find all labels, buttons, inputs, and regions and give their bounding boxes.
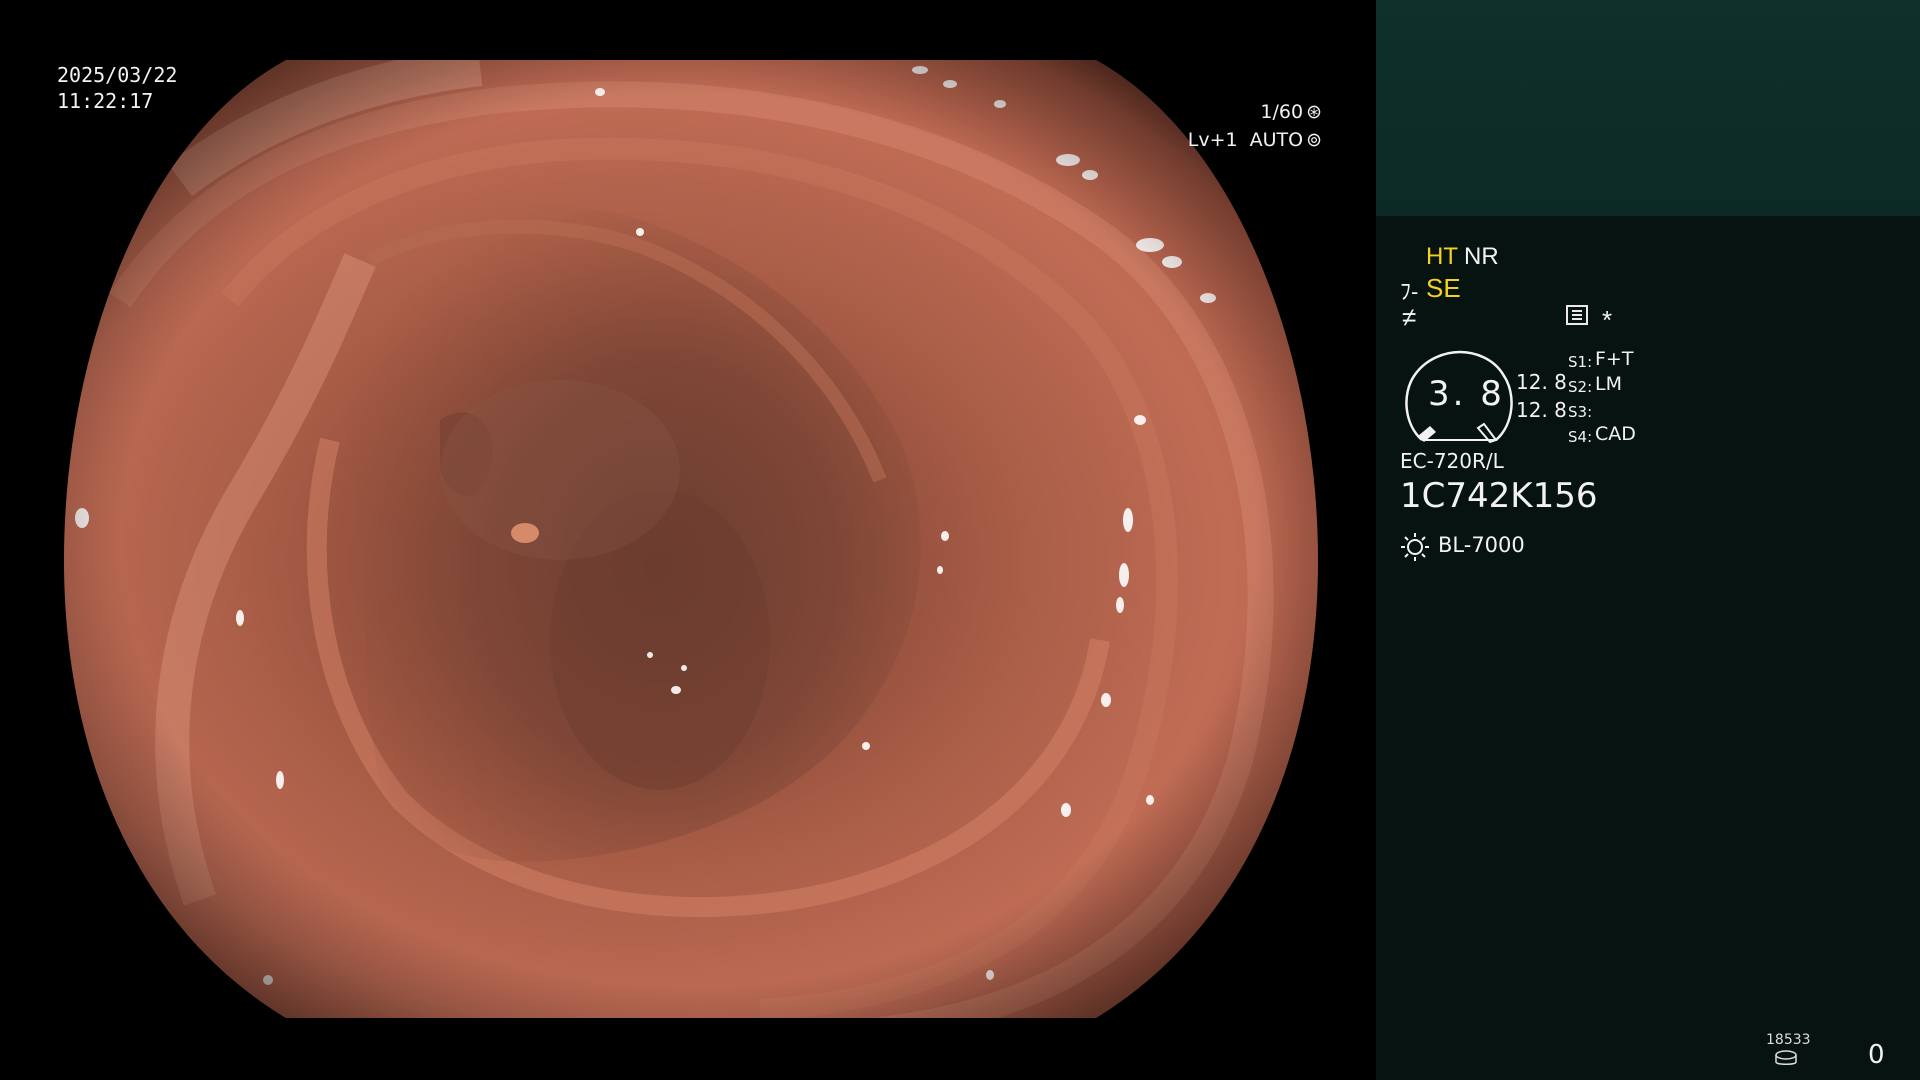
aperture-icon: ⊛ (1306, 101, 1322, 123)
switch-4-key: S4: (1568, 428, 1593, 446)
switch-2-value: LM (1595, 373, 1622, 395)
menu-list-icon (1566, 305, 1588, 325)
image-counter-text: 18533 (1766, 1032, 1811, 1048)
switch-1-key: S1: (1568, 353, 1593, 371)
scope-model-text: EC-720R/L (1400, 449, 1504, 473)
switch-2-key: S2: (1568, 378, 1593, 396)
disk-icon (1775, 1050, 1797, 1065)
iris-line: Lv+1 AUTO ⊚ (1188, 126, 1322, 154)
switch-3-key: S3: (1568, 403, 1593, 421)
shutter-line: 1/60 ⊛ (1188, 98, 1322, 126)
light-source-text: BL-7000 (1438, 533, 1525, 557)
time-text: 11:22:17 (57, 89, 154, 113)
exposure-display: 1/60 ⊛ Lv+1 AUTO ⊚ (1188, 98, 1322, 154)
star-indicator: * (1602, 305, 1613, 335)
not-equal-icon: ≠ (1402, 302, 1417, 332)
info-panel: HT NR ﾌ- SE ≠ * 3. 8 12. 8 12. 8 S1: F+T… (1376, 0, 1920, 1080)
iris-mode-text: AUTO (1249, 129, 1304, 151)
nr-indicator: NR (1464, 243, 1499, 270)
colon-image (64, 60, 1318, 1018)
switch-1-value: F+T (1595, 348, 1634, 370)
level-text: Lv+1 (1187, 129, 1238, 151)
ht-indicator: HT (1426, 243, 1458, 270)
value-1-text: 12. 8 (1516, 370, 1567, 394)
date-time-display: 2025/03/22 11:22:17 (57, 62, 177, 114)
gauge-value: 3. 8 (1428, 374, 1505, 414)
value-2-text: 12. 8 (1516, 398, 1567, 422)
switch-4-value: CAD (1595, 423, 1636, 445)
date-text: 2025/03/22 (57, 63, 178, 87)
scope-serial-text: 1C742K156 (1400, 476, 1598, 516)
endoscopy-screen: 2025/03/22 11:22:17 1/60 ⊛ Lv+1 AUTO ⊚ H… (0, 0, 1920, 1080)
capture-count-text: 0 (1868, 1040, 1885, 1070)
sun-icon (1401, 533, 1429, 561)
info-panel-header-area (1376, 0, 1920, 216)
endoscope-view: 2025/03/22 11:22:17 1/60 ⊛ Lv+1 AUTO ⊚ (0, 0, 1376, 1080)
se-indicator: SE (1426, 273, 1461, 303)
shutter-speed-text: 1/60 (1260, 101, 1304, 123)
iris-icon: ⊚ (1306, 129, 1322, 151)
